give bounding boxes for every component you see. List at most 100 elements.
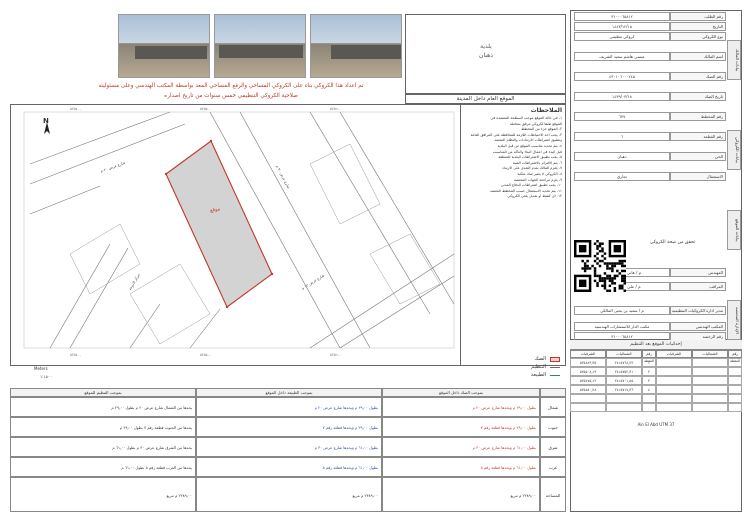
- area-cell: ٢٣٨٩٫٠٠ م مربع: [10, 477, 196, 512]
- scan-caption: تحقق من صحة الكروكي: [650, 240, 696, 245]
- table-side-label: جنوب: [540, 417, 566, 437]
- coords-cell: [692, 376, 728, 385]
- table-header: بموجب الصك داخل الموقع: [382, 388, 540, 397]
- legend-item: الطبيعة: [482, 372, 562, 380]
- table-cell: بطول ٢٩٫٠٠ م ويحدها شارع عرض ٢٠ م: [196, 397, 382, 417]
- coords-cell: [728, 385, 742, 394]
- panel-value: ١٤٤٣/١٢/١٥: [574, 22, 670, 31]
- panel-side-label: بيانات المالك: [727, 40, 741, 80]
- notes-list: ١- في حالة الموقع موجب السطحة المعتمدة ف…: [461, 116, 565, 200]
- meters-value: ١:١٥٠٠: [40, 374, 53, 379]
- panel-value: كروكي تنظيمي: [574, 32, 670, 41]
- svg-text:٥٢٥٦٠٠: ٥٢٥٦٠٠: [330, 107, 341, 111]
- site-photo-1: [310, 14, 402, 78]
- header-note-line1: تم اعداد هذا الكروكي بناء على الكروكي ال…: [98, 83, 364, 89]
- table-cell: يحدها من الغرب قطعة رقم ٥ بطول ٦١٫٠٠ م: [10, 457, 196, 477]
- legend-label: التنظيم: [531, 364, 546, 370]
- panel-side-label: الإدارة المختصة: [727, 300, 741, 340]
- site-photo-3: [118, 14, 210, 78]
- panel-value: تجاري: [574, 172, 670, 181]
- coords-cell: ٢: [642, 367, 656, 376]
- panel-label: تاريخ الصك: [670, 92, 726, 101]
- coords-cell: [728, 358, 742, 367]
- qr-code: [574, 240, 626, 292]
- panel-label: رقم الطلب: [670, 12, 726, 21]
- table-cell: يحدها من الجنوب قطعة رقم ٧ بطول ٢٩٫٠٠ م: [10, 417, 196, 437]
- coords-cell: [570, 403, 606, 412]
- legend-item: التنظيم: [482, 364, 562, 372]
- header-note-line2: صلاحية الكروكي التنظيمي خمس سنوات من تار…: [164, 93, 298, 99]
- site-photo-2: [214, 14, 306, 78]
- legend-swatch: [550, 375, 560, 376]
- panel-label: الحي: [670, 152, 726, 161]
- table-cell: بطول ٢٩٫٠٠ م ويحدها قطعة رقم ٧: [196, 417, 382, 437]
- coords-cell: [656, 376, 692, 385]
- coords-cell: [570, 394, 606, 403]
- municipality-box: بلدية ذهبان: [405, 14, 566, 94]
- coords-header: الشرقيات: [570, 350, 606, 358]
- svg-text:٥٢٥٦٠٠: ٥٢٥٦٠٠: [330, 353, 341, 357]
- coords-cell: [656, 367, 692, 376]
- coords-cell: [728, 376, 742, 385]
- location-title: الموقع العام داخل المدينة: [456, 96, 515, 102]
- legend-label: الطبيعة: [530, 372, 546, 378]
- coords-cell: ٢٤١٥٧٦٨٫٢٢: [606, 358, 642, 367]
- coords-cell: ٥٢٥٥٠٨٫١٩: [570, 367, 606, 376]
- panel-label: اسم المالك: [670, 52, 726, 61]
- panel-label: رقم الصك: [670, 72, 726, 81]
- area-cell: ٢٣٨٩٫٠٠ م مربع: [196, 477, 382, 512]
- coords-cell: ٢٤١٥٧٥٢٫٣١: [606, 367, 642, 376]
- notes-title: الملاحظات: [530, 107, 562, 114]
- coords-cell: [656, 385, 692, 394]
- table-cell: بطول ٢٩٫٠٠ م ويحدها قطعة رقم ٧: [382, 417, 540, 437]
- coords-cell: [656, 403, 692, 412]
- svg-text:٥٢٥٥٠٠: ٥٢٥٥٠٠: [200, 107, 211, 111]
- coords-cell: [642, 394, 656, 403]
- coords-cell: [692, 358, 728, 367]
- panel-value: ٦٧٧: [574, 112, 670, 121]
- coords-cell: ٣: [642, 376, 656, 385]
- coords-cell: [606, 403, 642, 412]
- coords-cell: [728, 394, 742, 403]
- area-label: المساحة: [540, 477, 566, 512]
- panel-value: ذهبان: [574, 152, 670, 161]
- site-parcel: [165, 140, 273, 308]
- panel-value: مكتب الدار للاستشارات الهندسية: [574, 322, 670, 331]
- panel-label: المكتب الهندسي: [670, 322, 726, 331]
- panel-label: المهندس: [670, 268, 726, 277]
- table-cell: بطول ٦١٫٠٠ م ويحدها شارع عرض ٣٠ م: [196, 437, 382, 457]
- location-title-bar: الموقع العام داخل المدينة: [405, 94, 566, 104]
- table-cell: بطول ٢٩٫٠٠ م ويحدها شارع عرض ٢٠ م: [382, 397, 540, 417]
- panel-side-label: بيانات الكروكي: [727, 130, 741, 170]
- coords-title: إحداثيات الموقع بعد التنظيم: [570, 340, 742, 350]
- coords-cell: [728, 367, 742, 376]
- panel-value: ٤٣٠١٠٦٠٠٠٢٤٥: [574, 72, 670, 81]
- note-line: ١٢- اي كشط او تعديل يلغي الكروكي: [507, 194, 562, 199]
- coords-cell: [728, 403, 742, 412]
- coords-cell: [692, 403, 728, 412]
- panel-label: رقم القطعة: [670, 132, 726, 141]
- area-cell: ٢٣٨٩٫٠٠ م مربع: [382, 477, 540, 512]
- panel-label: رقم المخطط: [670, 112, 726, 121]
- panel-label: التاريخ: [670, 22, 726, 31]
- coords-header: الشماليات: [692, 350, 728, 358]
- legend-label: الصك: [534, 356, 546, 362]
- coords-cell: [606, 394, 642, 403]
- panel-side-label: بيانات الموقع: [727, 210, 741, 250]
- panel-value: ٦: [574, 132, 670, 141]
- boundaries-table-body: بموجب التنظيم للموقع بموجب الطبيعة داخل ا…: [10, 388, 566, 512]
- panel-value: م / سعيد بن يحيى المالكي: [574, 306, 670, 315]
- table-cell: بطول ٦١٫٠٠ م ويحدها قطعة رقم ٥: [382, 457, 540, 477]
- coords-table-body: إحداثيات الموقع بعد التنظيم الشرقيات الشما…: [570, 340, 742, 512]
- notes-panel: الملاحظات ١- في حالة الموقع موجب السطحة …: [460, 104, 566, 366]
- panel-label: نوع الكروكي: [670, 32, 726, 41]
- legend: الصك التنظيم الطبيعة: [450, 356, 566, 386]
- table-cell: بطول ٦١٫٠٠ م ويحدها قطعة رقم ٥: [196, 457, 382, 477]
- coords-cell: [656, 358, 692, 367]
- municipality-name: ذهبان: [479, 52, 493, 59]
- table-side-label: غرب: [540, 457, 566, 477]
- table-header: بموجب الطبيعة داخل الموقع: [196, 388, 382, 397]
- panel-value: عيسى هاشم سعيد الشريف: [574, 52, 670, 61]
- legend-swatch: [550, 367, 560, 368]
- north-label: N: [43, 117, 49, 125]
